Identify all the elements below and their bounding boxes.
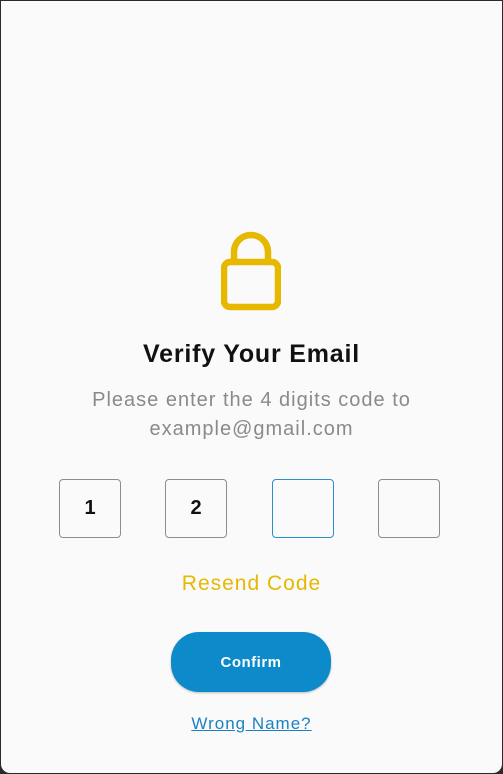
lock-icon	[221, 231, 281, 311]
code-digit-1[interactable]: 1	[59, 479, 121, 538]
wrong-name-link[interactable]: Wrong Name?	[1, 714, 502, 734]
page-title: Verify Your Email	[143, 340, 360, 368]
code-digit-3[interactable]	[272, 479, 334, 538]
instructions-line: Please enter the 4 digits code to	[92, 389, 411, 411]
email-address: example@gmail.com	[149, 418, 354, 440]
code-digit-2[interactable]: 2	[165, 479, 227, 538]
verify-email-screen: Verify Your Email Please enter the 4 dig…	[0, 0, 503, 774]
resend-code-link[interactable]: Resend Code	[1, 572, 502, 596]
instructions-text: Please enter the 4 digits code to exampl…	[1, 386, 502, 444]
confirm-button[interactable]: Confirm	[171, 632, 331, 692]
code-digit-4[interactable]	[378, 479, 440, 538]
